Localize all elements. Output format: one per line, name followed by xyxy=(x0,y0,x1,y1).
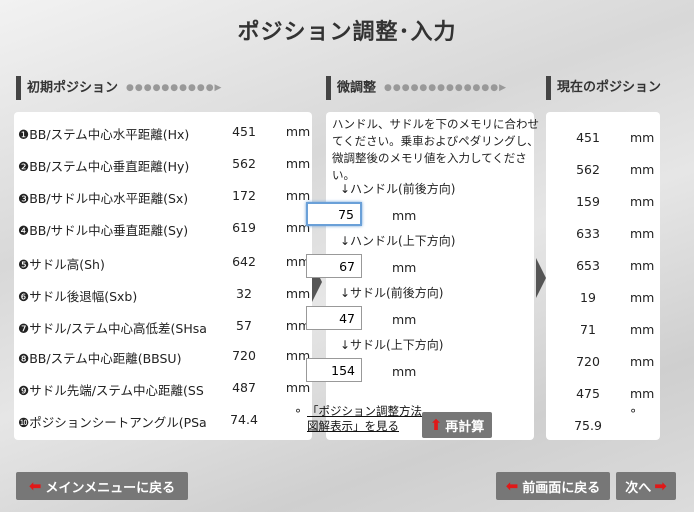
current-unit: mm xyxy=(630,354,655,369)
section-initial-header: 初期ポジション ●●●●●●●●●●▶ xyxy=(16,76,222,100)
row-label: ❻サドル後退幅(Sxb) xyxy=(18,289,138,304)
row-label: ❾サドル先端/ステム中心距離(SS xyxy=(18,383,204,398)
up-arrow-icon: ⬆ xyxy=(429,416,443,434)
link-line: 「ポジション調整方法 xyxy=(307,404,422,418)
row-unit: mm xyxy=(285,380,311,395)
section-current-label: 現在のポジション xyxy=(557,80,662,95)
current-value: 75.9 xyxy=(574,418,602,433)
current-unit: mm xyxy=(630,386,655,401)
current-unit: ° xyxy=(630,406,637,421)
left-arrow-icon: ⬅ xyxy=(505,477,519,495)
current-value: 720 xyxy=(576,354,600,369)
right-arrow-icon: ➡ xyxy=(654,477,667,495)
row-value: 32 xyxy=(236,286,252,301)
section-adjust-header: 微調整 ●●●●●●●●●●●●●▶ xyxy=(326,76,507,100)
row-value: 619 xyxy=(232,220,256,235)
main-menu-label: メインメニューに戻る xyxy=(45,480,176,496)
row-unit: mm xyxy=(285,124,311,139)
dots-decoration: ●●●●●●●●●●●●●▶ xyxy=(384,83,508,93)
row-label: ❿ポジションシートアングル(PSa xyxy=(18,415,207,430)
current-unit: mm xyxy=(630,130,655,145)
dots-decoration: ●●●●●●●●●●▶ xyxy=(126,83,223,93)
row-value: 642 xyxy=(232,254,256,269)
handle-fore-aft-label: ↓ハンドル(前後方向) xyxy=(340,182,456,196)
current-unit: mm xyxy=(630,290,655,305)
page-title: ポジション調整･入力 xyxy=(237,20,457,45)
row-label: ❸BB/サドル中心水平距離(Sx) xyxy=(18,191,189,206)
row-value: 562 xyxy=(232,156,256,171)
current-value: 475 xyxy=(576,386,600,401)
current-value: 653 xyxy=(576,258,600,273)
saddle-fore-aft-input[interactable] xyxy=(306,306,362,330)
next-button[interactable]: 次へ ➡ xyxy=(616,472,676,500)
handle-fore-aft-input[interactable] xyxy=(306,202,362,226)
current-value: 71 xyxy=(580,322,596,337)
input-unit: mm xyxy=(392,260,417,275)
row-unit: mm xyxy=(285,156,311,171)
left-arrow-icon: ⬅ xyxy=(28,477,42,495)
back-button[interactable]: ⬅ 前画面に戻る xyxy=(496,472,610,500)
input-unit: mm xyxy=(392,208,417,223)
row-label: ❽BB/ステム中心距離(BBSU) xyxy=(18,351,182,366)
next-label: 次へ xyxy=(625,480,652,496)
current-unit: mm xyxy=(630,194,655,209)
back-label: 前画面に戻る xyxy=(522,480,601,496)
row-value: 172 xyxy=(232,188,256,203)
saddle-vertical-label: ↓サドル(上下方向) xyxy=(340,338,444,352)
current-value: 633 xyxy=(576,226,600,241)
chevron-right-icon xyxy=(536,258,546,298)
row-value: 74.4 xyxy=(230,412,258,427)
adjust-instructions: ハンドル、サドルを下のメモリに合わせてください。乗車およびペダリングし、微調整後… xyxy=(332,117,539,182)
current-value: 562 xyxy=(576,162,600,177)
saddle-vertical-input[interactable] xyxy=(306,358,362,382)
row-label: ❷BB/ステム中心垂直距離(Hy) xyxy=(18,159,190,174)
current-unit: mm xyxy=(630,322,655,337)
position-guide-link[interactable]: 「ポジション調整方法 図解表示」を見る xyxy=(307,404,422,434)
link-line: 図解表示」を見る xyxy=(307,419,399,433)
main-menu-button[interactable]: ⬅ メインメニューに戻る xyxy=(16,472,188,500)
recalculate-button[interactable]: ⬆ 再計算 xyxy=(422,412,492,438)
row-label: ❹BB/サドル中心垂直距離(Sy) xyxy=(18,223,189,238)
row-unit: mm xyxy=(285,286,311,301)
row-value: 451 xyxy=(232,124,256,139)
row-value: 487 xyxy=(232,380,256,395)
row-value: 720 xyxy=(232,348,256,363)
current-unit: mm xyxy=(630,226,655,241)
section-adjust-label: 微調整 xyxy=(337,80,377,96)
current-value: 159 xyxy=(576,194,600,209)
handle-vertical-label: ↓ハンドル(上下方向) xyxy=(340,234,456,248)
recalculate-label: 再計算 xyxy=(445,419,485,435)
saddle-fore-aft-label: ↓サドル(前後方向) xyxy=(340,286,444,300)
input-unit: mm xyxy=(392,364,417,379)
current-unit: mm xyxy=(630,258,655,273)
current-value: 451 xyxy=(576,130,600,145)
input-unit: mm xyxy=(392,312,417,327)
row-label: ❼サドル/ステム中心高低差(SHsa xyxy=(18,321,207,336)
row-unit: mm xyxy=(285,188,311,203)
row-label: ❶BB/ステム中心水平距離(Hx) xyxy=(18,127,190,142)
section-current-header: 現在のポジション xyxy=(546,76,661,100)
row-value: 57 xyxy=(236,318,252,333)
handle-vertical-input[interactable] xyxy=(306,254,362,278)
section-initial-label: 初期ポジション xyxy=(27,80,119,96)
row-label: ❺サドル高(Sh) xyxy=(18,257,105,272)
current-value: 19 xyxy=(580,290,596,305)
current-unit: mm xyxy=(630,162,655,177)
